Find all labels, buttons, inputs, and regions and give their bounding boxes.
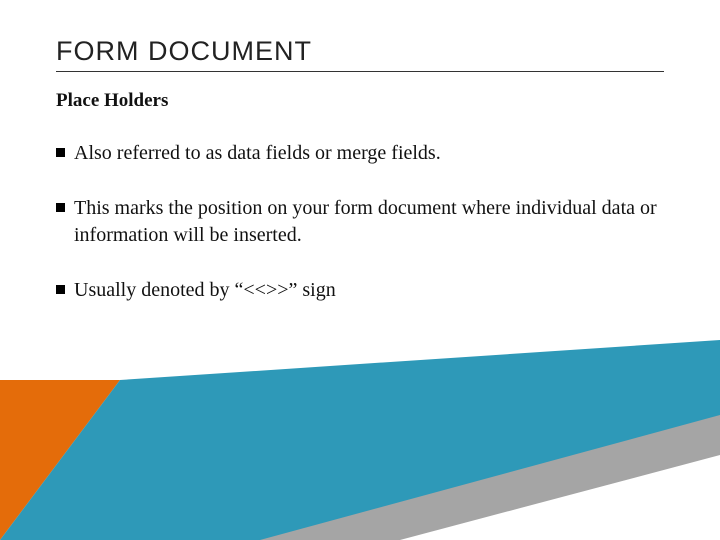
list-item: This marks the position on your form doc… <box>56 195 664 249</box>
teal-polygon <box>0 340 720 540</box>
list-item: Also referred to as data fields or merge… <box>56 140 664 167</box>
slide-content: FORM DOCUMENT Place Holders Also referre… <box>0 0 720 304</box>
bullet-list: Also referred to as data fields or merge… <box>56 140 664 304</box>
slide-title: FORM DOCUMENT <box>56 36 664 67</box>
bullet-icon <box>56 203 65 212</box>
bullet-icon <box>56 285 65 294</box>
bullet-text: Also referred to as data fields or merge… <box>74 142 441 164</box>
gray-polygon <box>240 410 720 540</box>
title-divider <box>56 71 664 72</box>
background-shapes <box>0 340 720 540</box>
bullet-text: Usually denoted by “<<>>” sign <box>74 279 336 301</box>
slide-subtitle: Place Holders <box>56 90 664 112</box>
bullet-icon <box>56 148 65 157</box>
bullet-text: This marks the position on your form doc… <box>74 197 657 246</box>
orange-polygon <box>0 380 120 540</box>
list-item: Usually denoted by “<<>>” sign <box>56 277 664 304</box>
